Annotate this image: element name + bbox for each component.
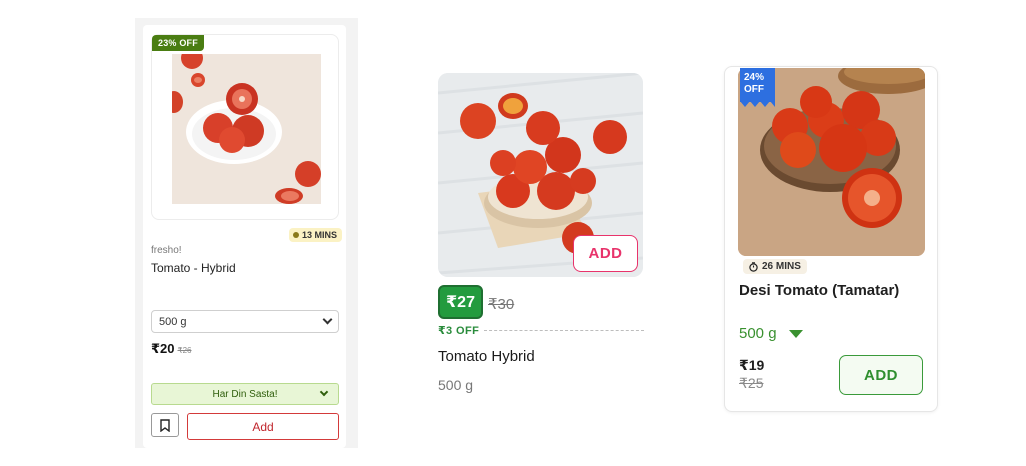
badge-notch — [740, 101, 775, 107]
mrp-price: ₹30 — [488, 296, 515, 313]
mrp-price: ₹25 — [739, 375, 764, 391]
discount-badge-percent: 24% — [744, 72, 765, 83]
delivery-time-badge: 13 MINS — [289, 228, 343, 242]
brand-name: fresho! — [151, 245, 182, 256]
product-card-desi-tomato[interactable]: 24% OFF 26 MINS Desi Tomato (Tamatar) 50… — [724, 66, 938, 412]
discount-text: ₹3 OFF — [438, 325, 480, 337]
sale-price: ₹20 — [151, 341, 175, 356]
save-for-later-button[interactable] — [151, 413, 179, 437]
product-name[interactable]: Tomato Hybrid — [438, 348, 535, 365]
quantity-value: 500 g — [739, 325, 777, 342]
discount-badge-off: OFF — [744, 84, 764, 95]
price-block: ₹20 ₹26 — [151, 341, 192, 357]
dashed-divider — [484, 330, 644, 331]
chevron-down-icon — [319, 387, 329, 397]
discount-badge: 23% OFF — [152, 35, 204, 51]
sale-price: ₹19 — [739, 357, 765, 373]
mrp-price: ₹26 — [177, 346, 192, 355]
product-quantity: 500 g — [438, 377, 474, 393]
delivery-time-text: 13 MINS — [302, 230, 338, 240]
timer-icon — [749, 261, 758, 272]
tomato-bowl-illustration — [172, 54, 321, 204]
product-name[interactable]: Tomato - Hybrid — [151, 261, 236, 275]
pack-size-select[interactable]: 500 g — [151, 310, 339, 333]
pack-size-value: 500 g — [159, 315, 187, 328]
product-image[interactable] — [172, 54, 321, 204]
product-name[interactable]: Desi Tomato (Tamatar) — [739, 281, 919, 300]
caret-down-icon — [788, 329, 803, 338]
add-button[interactable]: ADD — [573, 235, 638, 272]
offer-label: Har Din Sasta! — [212, 388, 278, 400]
chevron-down-icon — [322, 314, 333, 325]
product-image-frame[interactable] — [151, 34, 339, 220]
add-button[interactable]: ADD — [839, 355, 923, 395]
clock-icon — [293, 232, 299, 238]
quantity-selector[interactable]: 500 g — [739, 325, 803, 342]
bookmark-icon — [160, 418, 170, 432]
discount-badge: 24% OFF — [740, 68, 775, 102]
sale-price-box: ₹27 — [438, 285, 483, 319]
delivery-time-badge: 26 MINS — [743, 259, 807, 274]
delivery-time-text: 26 MINS — [762, 261, 801, 272]
product-card-tomato-hybrid-fresho[interactable]: 23% OFF 13 MINS fresho! Tomato - Hybrid … — [143, 25, 346, 448]
add-to-basket-button[interactable]: Add — [187, 413, 339, 440]
offer-dropdown[interactable]: Har Din Sasta! — [151, 383, 339, 405]
